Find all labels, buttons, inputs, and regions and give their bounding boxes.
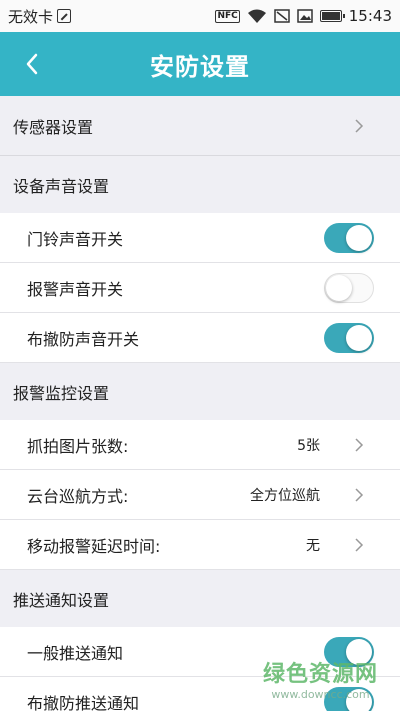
toggle-knob: [346, 324, 372, 351]
sensor-settings-row[interactable]: 传感器设置: [0, 96, 400, 156]
title-bar: 安防设置: [0, 32, 400, 96]
toggle-knob: [346, 638, 372, 665]
chevron-right-icon: [355, 437, 364, 452]
motion-alarm-delay-row[interactable]: 移动报警延迟时间: 无: [0, 520, 400, 570]
carrier-info: 无效卡: [8, 6, 72, 27]
back-button[interactable]: [18, 50, 46, 78]
doorbell-sound-toggle[interactable]: [324, 222, 374, 253]
general-push-row: 一般推送通知: [0, 627, 400, 677]
section-title-sound: 设备声音设置: [13, 176, 110, 196]
alarm-sound-toggle[interactable]: [324, 272, 374, 303]
arm-disarm-sound-row: 布撤防声音开关: [0, 313, 400, 363]
toggle-knob: [346, 688, 372, 711]
alarm-sound-label: 报警声音开关: [27, 279, 124, 299]
settings-list: 传感器设置 设备声音设置 门铃声音开关 报警声音开关 布撤防声音开关 报警监控设…: [0, 96, 400, 711]
general-push-label: 一般推送通知: [27, 643, 124, 663]
arm-disarm-push-toggle[interactable]: [324, 686, 374, 711]
battery-icon: [319, 10, 345, 22]
toggle-knob: [346, 224, 372, 251]
chevron-left-icon: [26, 53, 38, 75]
sensor-settings-label: 传感器设置: [13, 117, 94, 137]
general-push-toggle[interactable]: [324, 636, 374, 667]
alarm-sound-row: 报警声音开关: [0, 263, 400, 313]
section-header-monitor: 报警监控设置: [0, 363, 400, 420]
status-bar: 无效卡 NFC 15:43: [0, 0, 400, 32]
carrier-label: 无效卡: [8, 7, 54, 26]
doorbell-sound-label: 门铃声音开关: [27, 229, 124, 249]
section-title-push: 推送通知设置: [13, 590, 110, 610]
chevron-right-icon: [355, 537, 364, 552]
ptz-cruise-row[interactable]: 云台巡航方式: 全方位巡航: [0, 470, 400, 520]
ptz-cruise-value: 全方位巡航: [250, 487, 320, 504]
clock: 15:43: [348, 7, 392, 25]
doorbell-sound-row: 门铃声音开关: [0, 213, 400, 263]
section-title-monitor: 报警监控设置: [13, 383, 110, 403]
motion-alarm-delay-label: 移动报警延迟时间:: [27, 536, 161, 556]
nfc-icon: NFC: [215, 9, 240, 23]
arm-disarm-sound-label: 布撤防声音开关: [27, 329, 140, 349]
snapshot-count-label: 抓拍图片张数:: [27, 436, 129, 456]
chevron-right-icon: [355, 487, 364, 502]
signal-icon: [274, 9, 290, 23]
toggle-knob: [326, 274, 352, 301]
snapshot-count-value: 5张: [297, 437, 320, 454]
wifi-icon: [247, 9, 266, 23]
sim-icon: [57, 9, 72, 23]
arm-disarm-push-row: 布撤防推送通知: [0, 677, 400, 711]
ptz-cruise-label: 云台巡航方式:: [27, 486, 129, 506]
arm-disarm-push-label: 布撤防推送通知: [27, 693, 140, 711]
section-header-sound: 设备声音设置: [0, 156, 400, 213]
arm-disarm-sound-toggle[interactable]: [324, 322, 374, 353]
page-title: 安防设置: [150, 52, 250, 81]
motion-alarm-delay-value: 无: [306, 537, 320, 554]
snapshot-count-row[interactable]: 抓拍图片张数: 5张: [0, 420, 400, 470]
image-icon: [297, 9, 313, 23]
section-header-push: 推送通知设置: [0, 570, 400, 627]
chevron-right-icon: [355, 118, 364, 133]
